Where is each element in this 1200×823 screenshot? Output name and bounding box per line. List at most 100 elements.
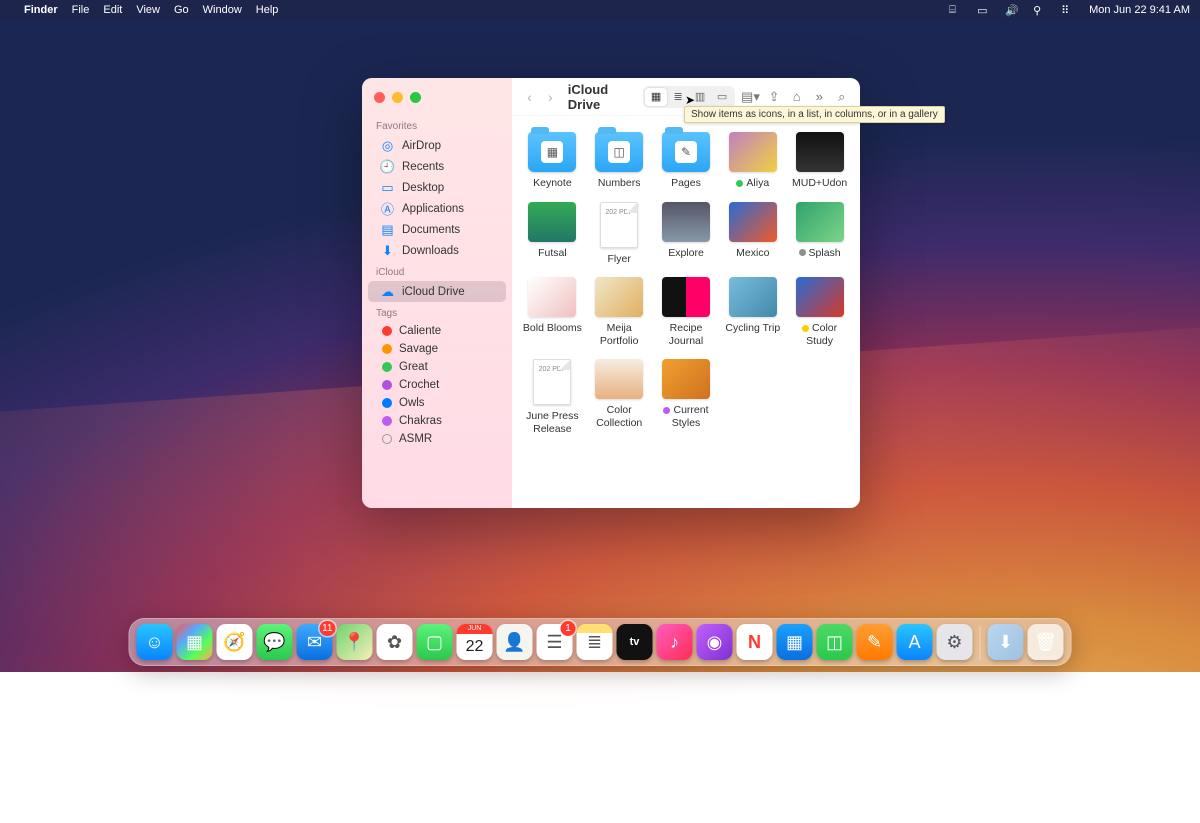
close-button[interactable] [374,92,385,103]
file-item[interactable]: 202 PDFFlyer [587,200,652,268]
dock-messages[interactable]: 💬 [257,624,293,660]
file-item[interactable]: Recipe Journal [654,275,719,349]
dock-photos[interactable]: ✿ [377,624,413,660]
dock-podcasts[interactable]: ◉ [697,624,733,660]
minimize-button[interactable] [392,92,403,103]
icon-view-button[interactable]: ▦ [645,88,667,106]
sidebar-item-airdrop[interactable]: ◎AirDrop [368,135,506,156]
downloads-icon: ⬇ [998,632,1013,653]
sidebar-item-recents[interactable]: 🕘Recents [368,156,506,177]
dock-downloads[interactable]: ⬇ [988,624,1024,660]
file-item[interactable]: Aliya [720,130,785,192]
sidebar-item-crochet[interactable]: Crochet [368,376,506,394]
wifi-icon[interactable]: ⚲ [1033,4,1047,16]
menu-file[interactable]: File [72,4,90,16]
dock-calendar[interactable]: JUN22 [457,624,493,660]
sidebar-item-label: Applications [402,203,464,215]
file-name-label: Color Collection [596,404,642,429]
file-item[interactable]: ◫Numbers [587,130,652,192]
file-item[interactable]: ▦Keynote [520,130,585,192]
file-name: Mexico [736,247,769,260]
file-item[interactable]: Mexico [720,200,785,268]
file-item[interactable]: Color Collection [587,357,652,437]
file-item[interactable]: Cycling Trip [720,275,785,349]
maximize-button[interactable] [410,92,421,103]
file-thumbnail: ◫ [595,132,643,172]
menu-go[interactable]: Go [174,4,189,16]
share-button[interactable]: ⇪ [766,87,783,107]
file-item[interactable]: Color Study [787,275,852,349]
file-item[interactable]: Futsal [520,200,585,268]
volume-icon[interactable]: 🔊 [1005,4,1019,16]
view-tooltip: Show items as icons, in a list, in colum… [684,106,945,123]
section-label: Favorites [362,115,512,135]
sidebar-item-asmr[interactable]: ASMR [368,430,506,448]
file-item[interactable]: ✎Pages [654,130,719,192]
menubar-clock[interactable]: Mon Jun 22 9:41 AM [1089,4,1190,16]
file-name: Recipe Journal [656,322,717,347]
dock-maps[interactable]: 📍 [337,624,373,660]
dock-keynote[interactable]: ▦ [777,624,813,660]
file-item[interactable]: 202 PDF June Press Release [520,357,585,437]
dock-facetime[interactable]: ▢ [417,624,453,660]
dock-safari[interactable]: 🧭 [217,624,253,660]
tag-button[interactable]: ⌂ [788,87,805,107]
app-name[interactable]: Finder [24,4,58,16]
launchpad-icon: ▦ [186,632,203,653]
dock-contacts[interactable]: 👤 [497,624,533,660]
dock-trash[interactable]: 🗑 [1028,624,1064,660]
dock-music[interactable]: ♪ [657,624,693,660]
dock-appstore[interactable]: A [897,624,933,660]
file-item[interactable]: Explore [654,200,719,268]
menu-window[interactable]: Window [203,4,242,16]
menu-help[interactable]: Help [256,4,279,16]
dock-settings[interactable]: ⚙ [937,624,973,660]
file-thumbnail [528,202,576,242]
status-dot-icon [802,325,809,332]
dock-news[interactable]: N [737,624,773,660]
forward-button[interactable]: › [543,86,558,108]
file-item[interactable]: Current Styles [654,357,719,437]
file-item[interactable]: Splash [787,200,852,268]
dock-notes[interactable]: ≣ [577,624,613,660]
sidebar-item-owls[interactable]: Owls [368,394,506,412]
menu-view[interactable]: View [136,4,160,16]
control-center-icon[interactable]: ⠿ [1061,4,1075,16]
sidebar-item-great[interactable]: Great [368,358,506,376]
back-button[interactable]: ‹ [522,86,537,108]
sidebar-item-chakras[interactable]: Chakras [368,412,506,430]
file-item[interactable]: Meija Portfolio [587,275,652,349]
dock-mail[interactable]: ✉11 [297,624,333,660]
airplay-icon[interactable]: ⌸ [949,4,963,16]
display-icon[interactable]: ▭ [977,4,991,16]
sidebar-item-savage[interactable]: Savage [368,340,506,358]
dock-launchpad[interactable]: ▦ [177,624,213,660]
desktop-icon: ▭ [380,180,395,195]
sidebar-item-documents[interactable]: ▤Documents [368,219,506,240]
file-name: June Press Release [522,410,583,435]
file-thumbnail: 202 PDF [533,359,571,405]
file-item[interactable]: Bold Blooms [520,275,585,349]
more-button[interactable]: » [811,87,828,107]
sidebar-item-applications[interactable]: ⒶApplications [368,198,506,219]
file-name: Flyer [608,253,631,266]
sidebar-item-caliente[interactable]: Caliente [368,322,506,340]
file-thumbnail [662,359,710,399]
dock-reminders[interactable]: ☰1 [537,624,573,660]
status-dot-icon [799,249,806,256]
search-button[interactable]: ⌕ [833,87,850,107]
dock-finder[interactable]: ☺ [137,624,173,660]
gallery-view-button[interactable]: ▭ [711,88,733,106]
file-item[interactable]: MUD+Udon [787,130,852,192]
sidebar-item-icloud-drive[interactable]: ☁iCloud Drive [368,281,506,302]
menu-edit[interactable]: Edit [103,4,122,16]
file-name: Futsal [538,247,567,260]
sidebar-item-downloads[interactable]: ⬇Downloads [368,240,506,261]
maps-icon: 📍 [343,632,365,653]
group-by-button[interactable]: ▤▾ [741,87,760,107]
dock-numbers[interactable]: ◫ [817,624,853,660]
dock-tv[interactable]: tv [617,624,653,660]
sidebar-item-desktop[interactable]: ▭Desktop [368,177,506,198]
file-name-label: June Press Release [526,410,579,435]
dock-pages[interactable]: ✎ [857,624,893,660]
